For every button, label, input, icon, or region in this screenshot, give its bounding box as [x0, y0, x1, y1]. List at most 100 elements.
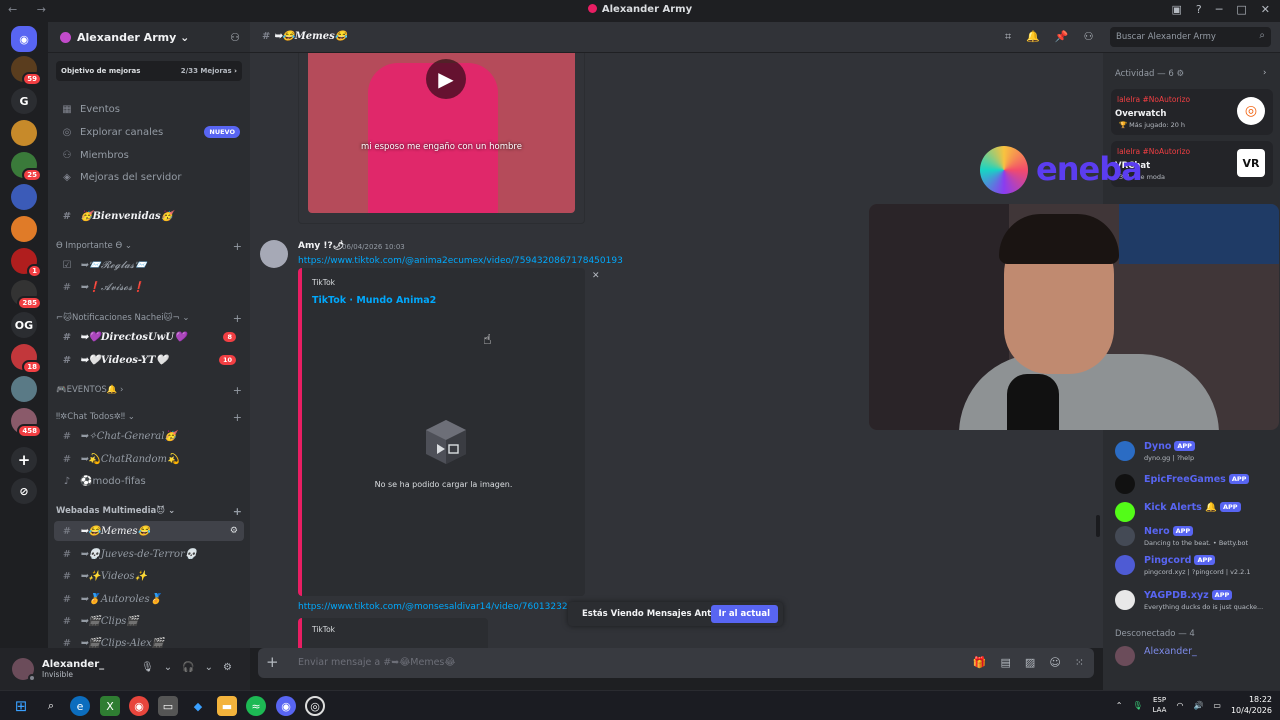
- member-row[interactable]: Dyno APP dyno.gg | ?help: [1115, 439, 1275, 463]
- server-icon[interactable]: G: [11, 88, 37, 114]
- activity-card[interactable]: lalelra #NoAutorizo Overwatch 🏆 Más juga…: [1111, 89, 1273, 135]
- search-input[interactable]: Buscar Alexander Army ⌕: [1110, 27, 1271, 47]
- gift-icon[interactable]: 🎁: [973, 656, 987, 669]
- channel-memes[interactable]: # ➥😂Memes😂 ⚙: [54, 521, 244, 541]
- chevron-down-icon[interactable]: ⌄: [164, 662, 172, 673]
- category-importante[interactable]: ϴ Importante ϴ ⌄ +: [56, 238, 242, 254]
- wifi-icon[interactable]: ◠: [1176, 701, 1183, 710]
- volume-icon[interactable]: 🔊: [1193, 701, 1203, 710]
- menu-miembros[interactable]: ⚇ Miembros: [54, 145, 244, 165]
- category-notificaciones[interactable]: ⌐🐱Notificaciones Nachei🐱¬ ⌄ +: [56, 310, 242, 326]
- edge-icon[interactable]: e: [70, 696, 90, 716]
- member-row[interactable]: EpicFreeGames APP: [1115, 472, 1275, 496]
- channel-clips[interactable]: # ➥🎬Clips🎬: [54, 611, 244, 631]
- channel-modo-fifas[interactable]: ♪ ⚽modo-fifas: [54, 471, 244, 491]
- close-icon[interactable]: ✕: [592, 271, 600, 281]
- avatar[interactable]: [260, 240, 288, 268]
- message-link[interactable]: https://www.tiktok.com/@monsesaldivar14/…: [298, 602, 568, 612]
- menu-mejoras[interactable]: ◈ Mejoras del servidor: [54, 167, 244, 187]
- add-channel-icon[interactable]: +: [233, 240, 242, 253]
- member-row[interactable]: Nero APP Dancing to the beat. • Betty.bot: [1115, 524, 1275, 548]
- windows-start-icon[interactable]: ⊞: [11, 696, 31, 716]
- channel-avisos[interactable]: # ➥❗𝓐𝓿𝓲𝓼𝓸𝓼❗: [54, 277, 244, 297]
- excel-icon[interactable]: X: [100, 696, 120, 716]
- emoji-icon[interactable]: ☺: [1049, 656, 1060, 669]
- settings-icon[interactable]: ⚙: [1174, 69, 1184, 79]
- channel-directos[interactable]: # ➥💜DirectosUwU💜 8: [54, 327, 244, 347]
- message-link[interactable]: https://www.tiktok.com/@anima2ecumex/vid…: [298, 256, 623, 266]
- add-channel-icon[interactable]: +: [233, 411, 242, 424]
- server-header[interactable]: Alexander Army ⌄ ⚇: [48, 22, 250, 53]
- category-webadas[interactable]: Webadas Multimedia😈 ⌄ +: [56, 503, 242, 519]
- boost-goal[interactable]: Objetivo de mejoras 2/33 Mejoras ›: [56, 61, 242, 81]
- chevron-down-icon[interactable]: ⌄: [205, 662, 213, 673]
- server-icon[interactable]: [11, 120, 37, 146]
- menu-eventos[interactable]: ▦ Eventos: [54, 99, 244, 119]
- close-button[interactable]: ✕: [1261, 3, 1270, 16]
- language-indicator[interactable]: ESP LAA: [1153, 695, 1167, 715]
- video-thumbnail[interactable]: ▶ mi esposo me engaño con un hombre: [308, 53, 575, 213]
- attach-icon[interactable]: +: [266, 653, 279, 671]
- user-info[interactable]: Alexander_ Invisible: [42, 659, 104, 679]
- channel-reglas[interactable]: ☑ ➥📨𝓡𝓮𝓰𝓵𝓪𝓼📨: [54, 255, 244, 275]
- clock[interactable]: 18:22 10/4/2026: [1231, 694, 1272, 716]
- app-icon[interactable]: ◆: [188, 696, 208, 716]
- server-icon[interactable]: 59: [11, 56, 42, 86]
- menu-explorar[interactable]: ◎ Explorar canales NUEVO: [54, 122, 244, 142]
- server-icon[interactable]: [11, 184, 37, 210]
- message-author[interactable]: Amy !?🌶: [298, 241, 344, 251]
- battery-icon[interactable]: ▭: [1213, 701, 1221, 710]
- server-icon[interactable]: 285: [11, 280, 42, 310]
- discord-icon[interactable]: ◉: [276, 696, 296, 716]
- channel-chat-random[interactable]: # ➥💫ChatRandom💫: [54, 449, 244, 469]
- member-row[interactable]: Alexander_: [1115, 644, 1275, 668]
- server-icon[interactable]: OG: [11, 312, 37, 338]
- category-eventos[interactable]: 🎮EVENTOS🔔 › +: [56, 382, 242, 398]
- microphone-icon[interactable]: 🎙: [141, 662, 154, 673]
- server-icon[interactable]: 458: [11, 408, 42, 438]
- help-icon[interactable]: ?: [1196, 3, 1202, 16]
- member-row[interactable]: Pingcord APP pingcord.xyz | ?pingcord | v2…: [1115, 553, 1275, 577]
- app-icon[interactable]: ▭: [158, 696, 178, 716]
- discord-home-icon[interactable]: ◉: [11, 26, 37, 52]
- discover-icon[interactable]: ⊘: [11, 478, 37, 504]
- server-icon[interactable]: [11, 376, 37, 402]
- member-row[interactable]: YAGPDB.xyz APP Everything ducks do is just…: [1115, 588, 1275, 612]
- chevron-up-icon[interactable]: ⌃: [1116, 701, 1123, 710]
- settings-icon[interactable]: ⚙: [223, 662, 232, 673]
- bell-icon[interactable]: 🔔: [1026, 30, 1040, 44]
- inbox-icon[interactable]: ▣: [1172, 3, 1182, 16]
- embed-title[interactable]: TikTok · Mundo Anima2: [312, 295, 436, 306]
- member-list-icon[interactable]: ⚇: [1084, 30, 1094, 44]
- channel-bienvenidas[interactable]: # 🥳Bienvenidas🥳: [54, 206, 244, 226]
- add-channel-icon[interactable]: +: [233, 505, 242, 518]
- scrollbar[interactable]: [1096, 515, 1100, 537]
- channel-jueves-terror[interactable]: # ➥💀Jueves-de-Terror💀: [54, 544, 244, 564]
- invite-icon[interactable]: ⚇: [230, 31, 240, 44]
- settings-icon[interactable]: ⚙: [230, 526, 238, 536]
- search-icon[interactable]: ⌕: [41, 696, 61, 716]
- sticker-icon[interactable]: ▨: [1025, 656, 1035, 669]
- headphones-icon[interactable]: 🎧: [182, 662, 194, 673]
- channel-chat-general[interactable]: # ➥✧Chat-General🥳: [54, 426, 244, 446]
- message-input[interactable]: Enviar mensaje a #➥😂Memes😂: [298, 657, 455, 668]
- message-composer[interactable]: + Enviar mensaje a #➥😂Memes😂 🎁 ▤ ▨ ☺ ⁙: [258, 648, 1094, 678]
- threads-icon[interactable]: ⌗: [1005, 30, 1011, 44]
- jump-to-present-button[interactable]: Ir al actual: [710, 605, 778, 623]
- microphone-icon[interactable]: 🎙: [1132, 701, 1142, 710]
- chevron-right-icon[interactable]: ›: [1263, 68, 1266, 78]
- gif-icon[interactable]: ▤: [1001, 656, 1011, 669]
- add-channel-icon[interactable]: +: [233, 384, 242, 397]
- play-icon[interactable]: ▶: [426, 59, 466, 99]
- category-chat-todos[interactable]: ‼✲Chat Todos✲‼ ⌄ +: [56, 409, 242, 425]
- spotify-icon[interactable]: ≈: [246, 696, 266, 716]
- channel-clips-alex[interactable]: # ➥🎬Clips-Alex🎬: [54, 633, 244, 649]
- server-icon[interactable]: 1: [11, 248, 42, 278]
- add-channel-icon[interactable]: +: [233, 312, 242, 325]
- pin-icon[interactable]: 📌: [1055, 30, 1069, 44]
- server-icon[interactable]: [11, 216, 37, 242]
- channel-videos[interactable]: # ➥✨Videos✨: [54, 566, 244, 586]
- channel-videos-yt[interactable]: # ➥🤍Videos-YT🤍 10: [54, 350, 244, 370]
- apps-icon[interactable]: ⁙: [1075, 656, 1084, 669]
- chrome-icon[interactable]: ◉: [129, 696, 149, 716]
